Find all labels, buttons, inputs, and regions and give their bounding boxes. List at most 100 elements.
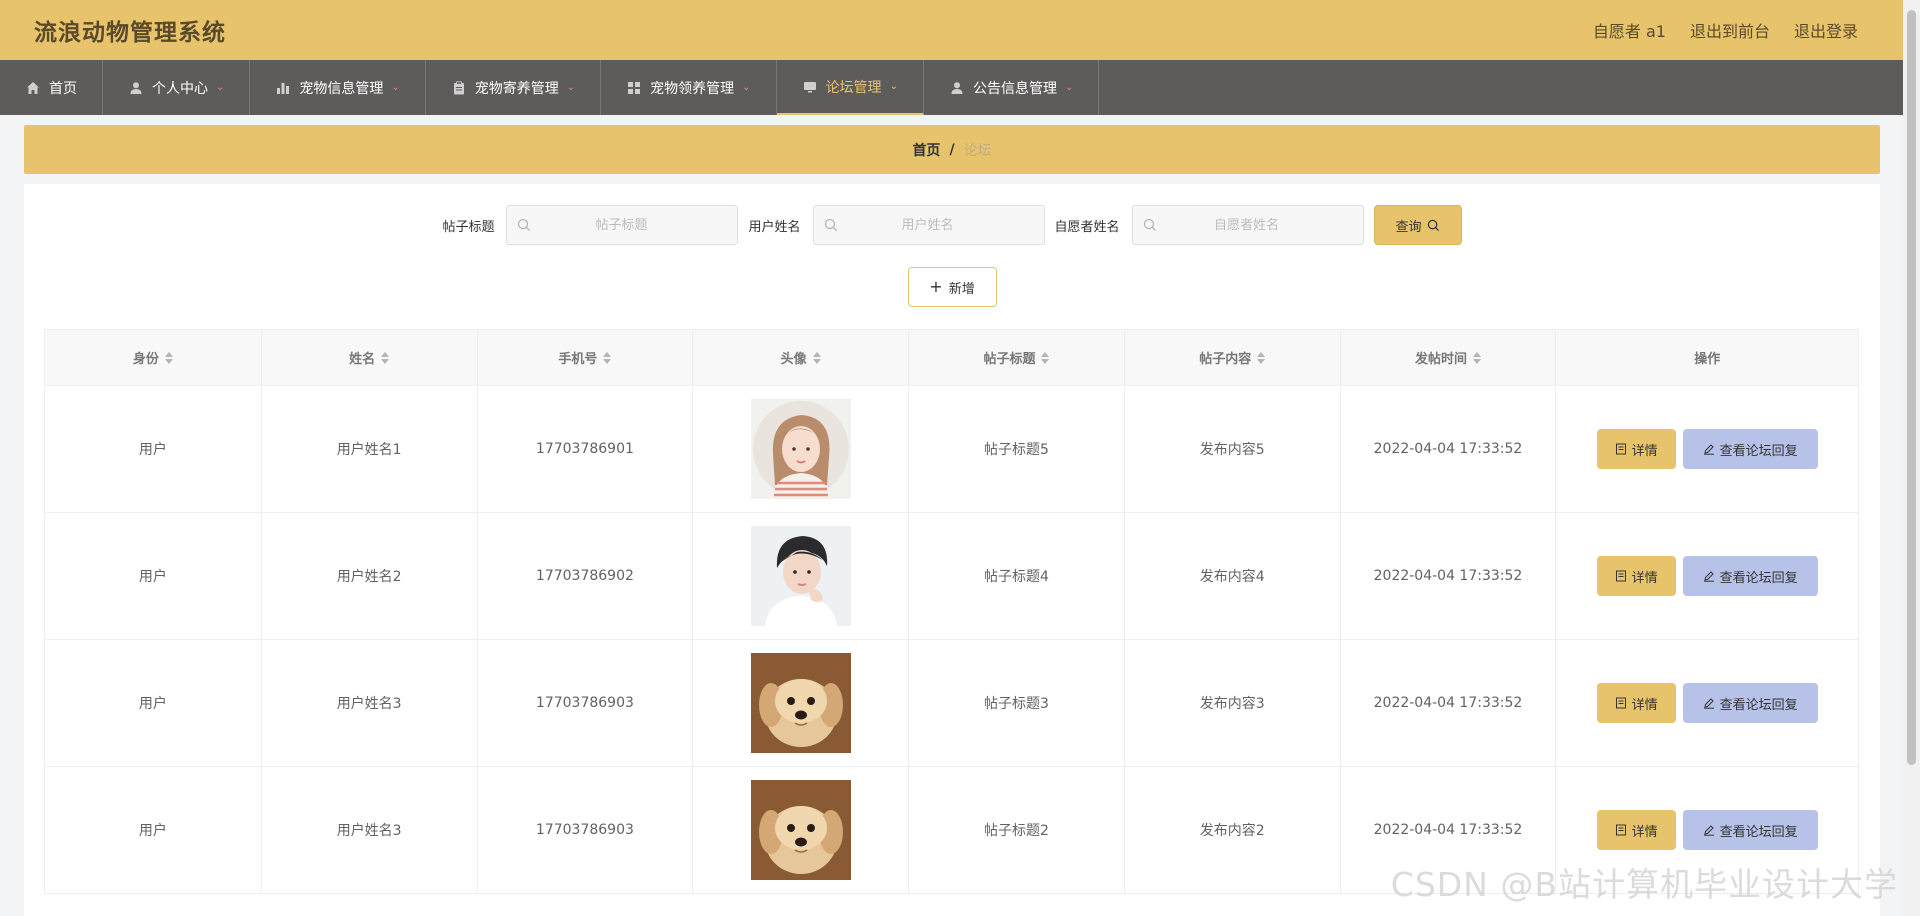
view-replies-button[interactable]: 查看论坛回复	[1682, 683, 1818, 723]
avatar-cell	[693, 767, 910, 893]
document-icon	[1615, 697, 1626, 709]
exit-to-frontend-link[interactable]: 退出到前台	[1690, 18, 1770, 42]
column-header-name[interactable]: 姓名	[262, 330, 478, 385]
name-cell: 用户姓名3	[262, 640, 478, 766]
avatar-cell	[693, 513, 910, 639]
breadcrumb: 首页 / 论坛	[24, 125, 1880, 174]
forum-table: 身份 姓名 手机号 头像 帖子标题 帖子内容 发帖时间 操作 用户 用户姓名1 …	[44, 329, 1859, 894]
identity-cell: 用户	[45, 640, 262, 766]
actions-cell: 详情 查看论坛回复	[1556, 640, 1858, 766]
nav-item-label: 宠物信息管理	[299, 80, 384, 97]
column-header-label: 操作	[1694, 352, 1721, 367]
top-links: 自愿者 a1 退出到前台 退出登录	[1593, 18, 1858, 42]
user-name-filter: 用户姓名	[748, 205, 1045, 245]
sort-icon	[1472, 351, 1481, 364]
phone-cell: 17703786903	[478, 640, 694, 766]
monitor-icon	[802, 79, 818, 95]
detail-button-label: 详情	[1631, 824, 1658, 840]
document-icon	[1615, 443, 1626, 455]
detail-button[interactable]: 详情	[1596, 810, 1676, 850]
sort-icon	[381, 351, 390, 364]
post-title-filter: 帖子标题	[442, 205, 739, 245]
detail-button[interactable]: 详情	[1596, 683, 1676, 723]
current-user-link[interactable]: 自愿者 a1	[1593, 18, 1666, 42]
column-header-post-title[interactable]: 帖子标题	[909, 330, 1125, 385]
nav-item-label: 论坛管理	[825, 79, 882, 96]
puppy-avatar	[750, 780, 851, 880]
view-replies-button[interactable]: 查看论坛回复	[1682, 810, 1818, 850]
bar-chart-icon	[275, 80, 291, 96]
main-nav: 首页 个人中心 ⌄ 宠物信息管理 ⌄ 宠物寄养管理 ⌄ 宠物领养管理 ⌄ 论坛管…	[0, 60, 1903, 115]
post-title-cell: 帖子标题2	[909, 767, 1125, 893]
scrollbar-thumb[interactable]	[1907, 10, 1916, 765]
column-header-label: 头像	[780, 352, 807, 367]
top-header: 流浪动物管理系统 自愿者 a1 退出到前台 退出登录	[0, 0, 1903, 60]
search-icon	[1427, 219, 1439, 231]
column-header-actions: 操作	[1556, 330, 1858, 385]
add-button-label: 新增	[948, 281, 975, 297]
nav-item-forum[interactable]: 论坛管理 ⌄	[776, 60, 924, 115]
column-header-label: 帖子标题	[983, 352, 1036, 367]
nav-item-announcements[interactable]: 公告信息管理 ⌄	[924, 60, 1100, 115]
column-header-identity[interactable]: 身份	[45, 330, 262, 385]
nav-item-pet-info[interactable]: 宠物信息管理 ⌄	[250, 60, 426, 115]
column-header-label: 手机号	[558, 352, 598, 367]
user-icon	[128, 80, 144, 96]
view-replies-button[interactable]: 查看论坛回复	[1682, 556, 1818, 596]
vertical-scrollbar[interactable]	[1903, 0, 1920, 916]
app-title: 流浪动物管理系统	[34, 20, 226, 46]
table-row: 用户 用户姓名1 17703786901 帖子标题5 发布内容5 2022-04…	[45, 386, 1858, 513]
name-cell: 用户姓名3	[262, 767, 478, 893]
detail-button[interactable]: 详情	[1596, 556, 1676, 596]
detail-button-label: 详情	[1631, 697, 1658, 713]
detail-button-label: 详情	[1631, 443, 1658, 459]
detail-button[interactable]: 详情	[1596, 429, 1676, 469]
post-title-input[interactable]	[531, 217, 712, 233]
volunteer-name-input-wrap	[1131, 205, 1364, 245]
chevron-down-icon: ⌄	[742, 82, 751, 93]
phone-cell: 17703786903	[478, 767, 694, 893]
table-row: 用户 用户姓名2 17703786902 帖子标题4 发布内容4 2022-04…	[45, 513, 1858, 640]
content-panel: 帖子标题 用户姓名 自愿者姓名 查询 +	[24, 184, 1880, 916]
user-name-input[interactable]	[837, 217, 1018, 233]
column-header-avatar[interactable]: 头像	[693, 330, 910, 385]
search-icon	[518, 218, 531, 231]
volunteer-name-input[interactable]	[1156, 217, 1337, 233]
logout-link[interactable]: 退出登录	[1794, 18, 1858, 42]
column-header-label: 姓名	[349, 352, 376, 367]
view-replies-button-label: 查看论坛回复	[1719, 443, 1798, 459]
post-content-cell: 发布内容3	[1125, 640, 1341, 766]
chevron-down-icon: ⌄	[566, 82, 576, 93]
nav-item-personal-center[interactable]: 个人中心 ⌄	[103, 60, 251, 115]
table-header: 身份 姓名 手机号 头像 帖子标题 帖子内容 发帖时间 操作	[45, 330, 1858, 386]
post-title-input-wrap	[506, 205, 739, 245]
search-icon	[1143, 218, 1156, 231]
column-header-label: 身份	[132, 352, 159, 367]
user-icon	[949, 80, 965, 96]
user-name-input-wrap	[812, 205, 1045, 245]
column-header-phone[interactable]: 手机号	[478, 330, 694, 385]
volunteer-name-filter: 自愿者姓名	[1055, 205, 1364, 245]
search-bar: 帖子标题 用户姓名 自愿者姓名 查询	[24, 205, 1880, 245]
plus-icon: +	[929, 277, 943, 296]
nav-item-pet-foster[interactable]: 宠物寄养管理 ⌄	[426, 60, 602, 115]
chevron-down-icon: ⌄	[1064, 82, 1074, 93]
phone-cell: 17703786902	[478, 513, 694, 639]
breadcrumb-home[interactable]: 首页	[912, 140, 940, 160]
view-replies-button[interactable]: 查看论坛回复	[1682, 429, 1818, 469]
column-header-post-content[interactable]: 帖子内容	[1125, 330, 1341, 385]
clipboard-icon	[451, 80, 467, 96]
sort-icon	[1257, 351, 1266, 364]
breadcrumb-current: 论坛	[963, 142, 992, 159]
boy-avatar	[750, 526, 851, 626]
avatar-cell	[693, 640, 910, 766]
nav-item-label: 宠物领养管理	[650, 80, 735, 97]
phone-cell: 17703786901	[478, 386, 694, 512]
column-header-post-time[interactable]: 发帖时间	[1341, 330, 1557, 385]
home-icon	[25, 80, 41, 96]
add-button[interactable]: + 新增	[907, 267, 997, 307]
query-button[interactable]: 查询	[1373, 205, 1462, 245]
edit-icon	[1703, 825, 1714, 836]
nav-item-home[interactable]: 首页	[0, 60, 103, 115]
nav-item-pet-adoption[interactable]: 宠物领养管理 ⌄	[601, 60, 777, 115]
